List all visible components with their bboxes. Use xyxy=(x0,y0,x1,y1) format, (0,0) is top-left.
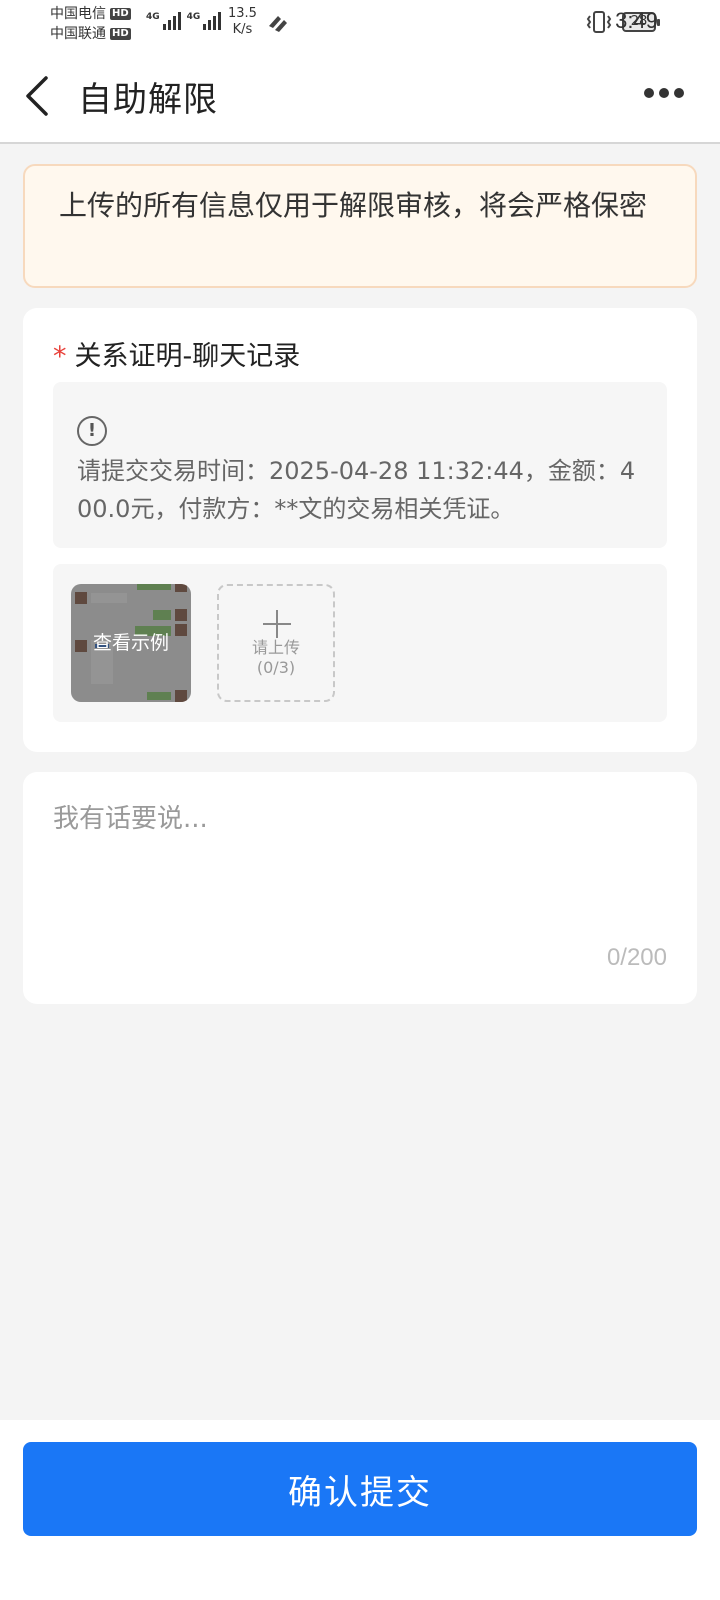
hd-badge-2: HD xyxy=(110,28,131,40)
plus-icon xyxy=(263,610,291,638)
signal-icon: 4G 4G xyxy=(146,12,222,30)
carrier-2: 中国联通 xyxy=(50,26,106,42)
speed-value: 13.5 xyxy=(228,6,257,21)
hint-text: 请提交交易时间：2025-04-28 11:32:44，金额：400.0元，付款… xyxy=(77,457,636,523)
chevron-left-icon xyxy=(26,76,48,116)
view-example-label: 查看示例 xyxy=(92,632,169,654)
section-title-text: 关系证明-聊天记录 xyxy=(74,341,301,372)
carrier-1: 中国电信 xyxy=(50,6,106,22)
comment-input[interactable] xyxy=(53,798,667,918)
char-counter: 0/200 xyxy=(606,944,667,971)
proof-card: * 关系证明-聊天记录 ! 请提交交易时间：2025-04-28 11:32:44… xyxy=(23,308,697,752)
page-title: 自助解限 xyxy=(78,80,218,120)
status-bar: 中国电信 HD 中国联通 HD 4G 4G 13.5 K/s 28 3:49 xyxy=(0,0,720,48)
hotspot-icon xyxy=(269,16,287,32)
more-dots-icon xyxy=(644,88,654,98)
more-button[interactable] xyxy=(644,88,684,98)
comment-card: 0/200 xyxy=(23,772,697,1004)
info-circle-icon: ! xyxy=(77,416,107,446)
network-type-1: 4G xyxy=(146,12,160,22)
privacy-notice: 上传的所有信息仅用于解限审核，将会严格保密 xyxy=(23,164,697,288)
upload-count: (0/3) xyxy=(256,658,296,677)
vibrate-icon xyxy=(586,11,612,33)
network-speed: 13.5 K/s xyxy=(228,6,257,38)
upload-label: 请上传 xyxy=(251,638,300,657)
submit-button[interactable]: 确认提交 xyxy=(23,1442,697,1536)
example-thumbnail[interactable]: 查看示例 xyxy=(71,584,191,702)
carrier-info: 中国电信 HD 中国联通 HD xyxy=(50,4,131,44)
required-mark: * xyxy=(53,341,67,372)
nav-bar: 自助解限 xyxy=(0,48,720,144)
speed-unit: K/s xyxy=(232,22,253,37)
hd-badge-1: HD xyxy=(110,8,131,20)
section-title: * 关系证明-聊天记录 xyxy=(53,334,300,373)
back-button[interactable] xyxy=(20,74,60,118)
upload-button[interactable]: 请上传 (0/3) xyxy=(217,584,335,702)
footer: 确认提交 xyxy=(0,1420,720,1600)
upload-area: 查看示例 请上传 (0/3) xyxy=(53,564,667,722)
hint-box: ! 请提交交易时间：2025-04-28 11:32:44，金额：400.0元，… xyxy=(53,382,667,548)
network-type-2: 4G xyxy=(186,12,201,22)
upload-text: 请上传 (0/3) xyxy=(219,638,333,678)
clock: 3:49 xyxy=(615,8,658,33)
